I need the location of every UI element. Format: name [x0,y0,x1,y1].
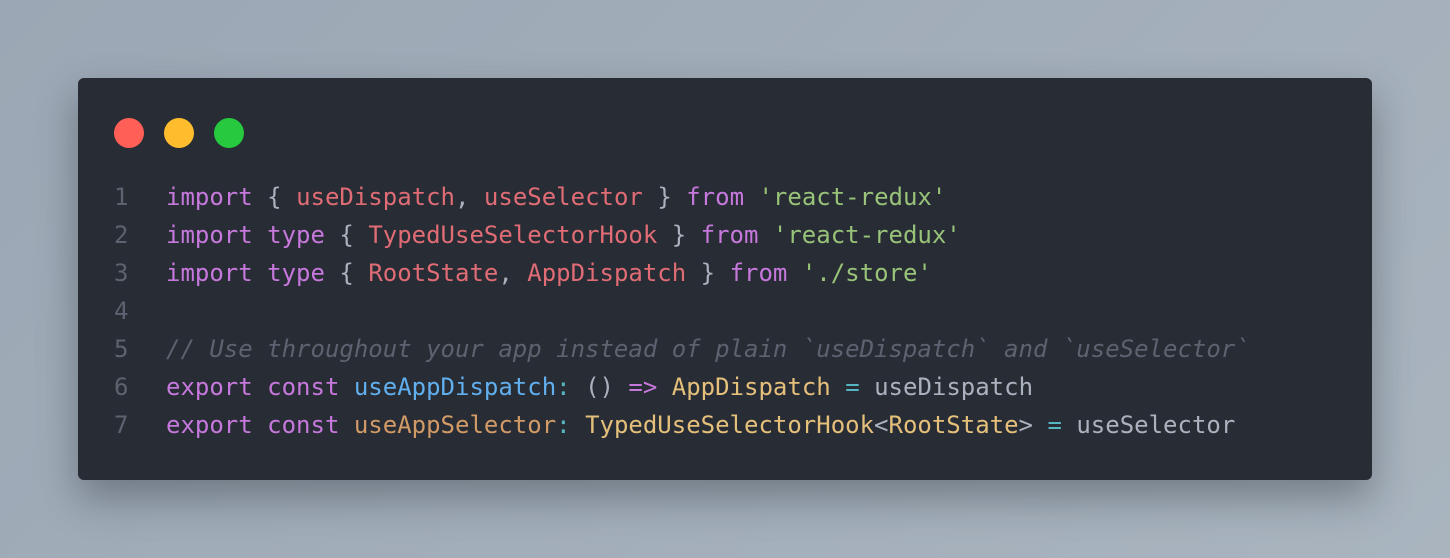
code-line: 4 [78,292,1372,330]
code-token: from [729,259,788,287]
code-token: useSelector [1061,411,1236,439]
line-source: import type { TypedUseSelectorHook } fro… [166,216,1372,254]
code-token: export [166,411,253,439]
code-token: import [166,183,253,211]
code-token: useDispatch [859,373,1034,401]
line-number: 5 [114,335,129,363]
line-source [166,292,1372,330]
code-line: 1 import { useDispatch, useSelector } fro… [78,178,1372,216]
code-token: TypedUseSelectorHook [585,411,875,439]
maximize-dot-icon[interactable] [214,118,244,148]
code-token: useAppSelector [353,411,557,439]
code-token: './store' [801,259,932,287]
code-token: AppDispatch [671,373,831,401]
code-token: { [324,221,369,249]
line-source: export const useAppSelector: TypedUseSel… [166,406,1372,444]
code-token: type [267,221,325,249]
code-token: } [686,259,730,287]
line-number: 7 [114,411,129,439]
code-token: useAppDispatch [353,373,557,401]
code-token: import [166,259,253,287]
code-token: export [166,373,253,401]
line-number: 3 [114,259,129,287]
line-source: // Use throughout your app instead of pl… [166,330,1372,368]
code-line: 6 export const useAppDispatch: () => AppD… [78,368,1372,406]
line-number: 4 [114,297,129,325]
line-source: export const useAppDispatch: () => AppDi… [166,368,1372,406]
line-number: 1 [114,183,129,211]
code-token: useDispatch [296,183,456,211]
line-number: 2 [114,221,129,249]
code-line: 5 // Use throughout your app instead of p… [78,330,1372,368]
code-token: 'react-redux' [758,183,947,211]
code-token: useSelector [483,183,643,211]
code-token: : [556,411,586,439]
code-token: => [628,373,658,401]
code-token: = [845,373,860,401]
code-token: from [686,183,745,211]
close-dot-icon[interactable] [114,118,144,148]
code-token: AppDispatch [527,259,687,287]
code-token: > [1018,411,1048,439]
code-token: RootState [368,259,499,287]
code-token: from [700,221,759,249]
code-token: < [874,411,889,439]
code-token: = [1047,411,1062,439]
code-token: () [585,373,629,401]
code-token: { [324,259,369,287]
code-token: } [642,183,687,211]
code-token: const [267,373,340,401]
code-token: RootState [888,411,1019,439]
line-number: 6 [114,373,129,401]
code-token: import [166,221,253,249]
code-line: 3 import type { RootState, AppDispatch } … [78,254,1372,292]
line-source: import { useDispatch, useSelector } from… [166,178,1372,216]
code-token: , [498,259,528,287]
code-line: 7 export const useAppSelector: TypedUseSe… [78,406,1372,444]
code-token: : [556,373,586,401]
minimize-dot-icon[interactable] [164,118,194,148]
code-token: 'react-redux' [772,221,961,249]
code-token: , [455,183,484,211]
code-window: 1 import { useDispatch, useSelector } fro… [78,78,1372,480]
code-token: TypedUseSelectorHook [368,221,658,249]
line-source: import type { RootState, AppDispatch } f… [166,254,1372,292]
code-token: { [252,183,297,211]
code-token: type [267,259,325,287]
code-token: } [657,221,701,249]
window-controls [114,118,244,148]
code-token: // Use throughout your app instead of pl… [166,335,1250,363]
code-block: 1 import { useDispatch, useSelector } fro… [78,178,1372,444]
code-token: const [267,411,340,439]
code-line: 2 import type { TypedUseSelectorHook } fr… [78,216,1372,254]
